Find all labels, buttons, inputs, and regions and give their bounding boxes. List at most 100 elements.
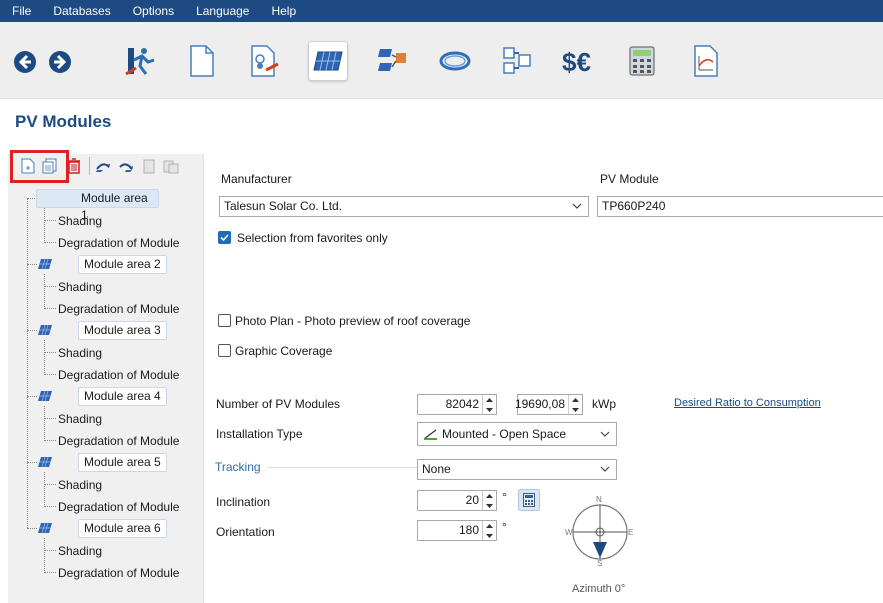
menu-databases[interactable]: Databases [42,0,121,22]
menu-help[interactable]: Help [260,0,307,22]
results-chart-icon[interactable] [686,41,726,81]
back-arrow-icon[interactable] [5,42,45,82]
manufacturer-select[interactable]: Talesun Solar Co. Ltd. [219,196,589,217]
stepper-down-icon[interactable] [483,405,496,414]
stepper-up-icon[interactable] [483,491,496,500]
open-space-mount-icon [423,429,437,440]
kwp-stepper[interactable]: 19690,08 [514,394,583,415]
module-area-icon [38,390,52,402]
graphic-coverage-label: Graphic Coverage [235,344,333,358]
stepper-down-icon[interactable] [483,501,496,510]
paste-icon [140,157,158,175]
tree-item-module-area-3[interactable]: Module area 3 [78,321,167,340]
installation-type-select[interactable]: Mounted - Open Space [417,422,617,446]
favorites-label: Selection from favorites only [237,231,388,245]
favorites-checkbox[interactable] [218,231,231,244]
tree-item-shading[interactable]: Shading [58,543,102,559]
highlight-box [10,150,69,183]
pv-modules-icon[interactable] [308,41,348,81]
num-modules-label: Number of PV Modules [216,397,341,411]
move-down-icon[interactable] [117,157,135,175]
inverter-icon[interactable] [372,41,412,81]
forward-arrow-icon[interactable] [40,42,80,82]
tree-item-module-area-6[interactable]: Module area 6 [78,519,167,538]
calculator-icon [523,493,535,507]
duplicate-icon [162,157,180,175]
tree-item-degradation[interactable]: Degradation of Module [58,367,179,383]
orientation-label: Orientation [216,525,275,539]
tree-item-shading[interactable]: Shading [58,213,102,229]
tree-item-module-area-2[interactable]: Module area 2 [78,255,167,274]
tree-item-degradation[interactable]: Degradation of Module [58,433,179,449]
tracking-select[interactable]: None [417,459,617,480]
tree-item-degradation[interactable]: Degradation of Module [58,565,179,581]
svg-text:$€: $€ [562,47,591,76]
graphic-coverage-checkbox[interactable] [218,344,231,357]
pv-module-value: TP660P240 [602,199,666,213]
cable-icon[interactable] [435,41,475,81]
tree-item-degradation[interactable]: Degradation of Module [58,499,179,515]
desired-ratio-link[interactable]: Desired Ratio to Consumption [674,397,821,409]
stepper-up-icon[interactable] [483,395,496,404]
tree-item-module-area-4[interactable]: Module area 4 [78,387,167,406]
inclination-unit: ° [502,490,507,504]
num-modules-stepper[interactable]: 82042 [417,394,497,415]
menu-language[interactable]: Language [185,0,260,22]
chevron-down-icon [600,431,610,437]
section-divider [267,467,417,468]
manufacturer-label: Manufacturer [221,172,292,186]
module-area-icon [38,258,52,270]
tree-item-shading[interactable]: Shading [58,477,102,493]
compass-west: W [565,528,573,537]
photo-plan-label: Photo Plan - Photo preview of roof cover… [235,314,471,328]
tree-item-module-area-5[interactable]: Module area 5 [78,453,167,472]
module-area-icon [38,522,52,534]
inclination-label: Inclination [216,495,271,509]
azimuth-label: Azimuth 0° [572,583,626,595]
compass-north: N [596,495,602,504]
menu-bar: File Databases Options Language Help [0,0,883,22]
tree-item-shading[interactable]: Shading [58,345,102,361]
installation-type-value: Mounted - Open Space [442,427,567,441]
orientation-stepper[interactable]: 180 [417,520,497,541]
menu-options[interactable]: Options [122,0,185,22]
battery-icon[interactable] [497,41,537,81]
certificate-icon[interactable] [245,41,285,81]
stepper-down-icon[interactable] [569,405,582,414]
stepper-up-icon[interactable] [483,521,496,530]
menu-file[interactable]: File [0,0,42,22]
inclination-calculator-button[interactable] [518,489,540,511]
stepper-up-icon[interactable] [569,395,582,404]
calculator-icon[interactable] [622,41,662,81]
tree-panel: Module area 1 Shading Degradation of Mod… [8,154,204,603]
tracking-section-label: Tracking [215,460,261,474]
toolbar: $€ [0,22,883,99]
document-icon[interactable] [182,41,222,81]
pv-module-form: Manufacturer Talesun Solar Co. Ltd. PV M… [205,154,883,603]
pv-module-select[interactable]: TP660P240 [597,196,883,217]
tree-item-module-area-1[interactable]: Module area 1 [36,189,159,222]
pv-module-label: PV Module [600,172,659,186]
manufacturer-value: Talesun Solar Co. Ltd. [224,199,343,213]
compass-rose-icon [572,504,628,560]
installation-type-label: Installation Type [216,427,303,441]
tree-item-degradation[interactable]: Degradation of Module [58,301,179,317]
stepper-down-icon[interactable] [483,531,496,540]
tree-item-shading[interactable]: Shading [58,279,102,295]
orientation-value: 180 [458,523,479,537]
chevron-down-icon [572,203,582,209]
inclination-stepper[interactable]: 20 [417,490,497,511]
tree-item-shading[interactable]: Shading [58,411,102,427]
compass[interactable]: N S E W [560,492,640,582]
kwp-value: 19690,08 [514,397,565,411]
finance-icon[interactable]: $€ [560,41,600,81]
compass-east: E [628,528,634,537]
toolbar-separator [89,157,90,175]
tree-item-degradation[interactable]: Degradation of Module [58,235,179,251]
project-runner-icon[interactable] [120,41,160,81]
module-area-icon [38,456,52,468]
move-up-icon[interactable] [94,157,112,175]
chevron-down-icon [600,466,610,472]
photo-plan-checkbox[interactable] [218,314,231,327]
check-icon [220,234,229,242]
